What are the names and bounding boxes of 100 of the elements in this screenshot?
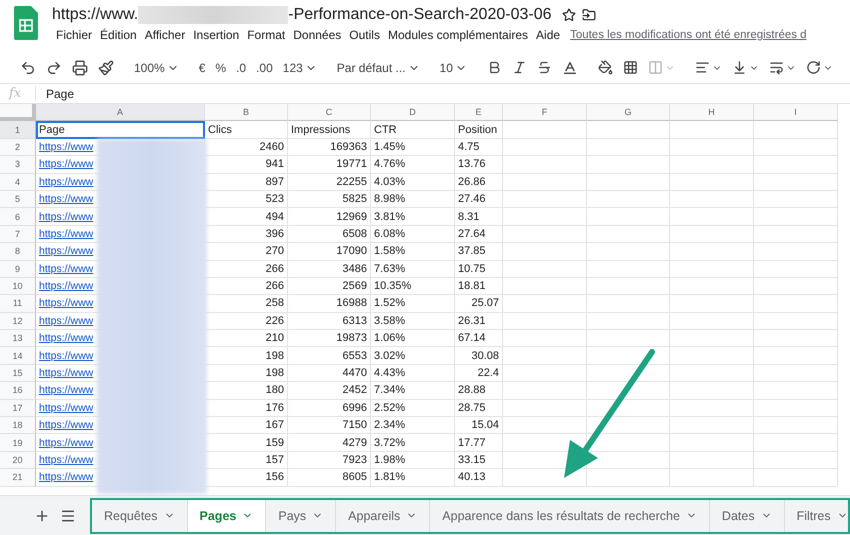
url-link[interactable]: https://www	[39, 419, 94, 432]
row-number[interactable]: 20	[0, 452, 36, 470]
row-number[interactable]: 9	[0, 260, 36, 278]
table-cell: 7150	[288, 417, 371, 434]
row-number[interactable]: 3	[0, 156, 36, 174]
url-link[interactable]: https://www	[39, 314, 94, 327]
table-cell: 7923	[288, 452, 371, 470]
menu-item[interactable]: Données	[289, 28, 346, 42]
table-cell: 6996	[288, 400, 371, 418]
table-cell: 17090	[288, 243, 371, 261]
table-cell: 1.98%	[371, 452, 455, 470]
table-cell: Clics	[205, 121, 288, 139]
url-link[interactable]: https://www	[39, 280, 94, 292]
document-title[interactable]: https://www.	[52, 6, 138, 24]
increase-decimals-button[interactable]: .00	[252, 56, 277, 80]
column-header[interactable]: D	[371, 104, 455, 122]
column-header[interactable]: B	[205, 104, 288, 122]
table-cell: 2452	[288, 382, 371, 400]
menu-item[interactable]: Modules complémentaires	[384, 28, 532, 42]
row-number[interactable]: 19	[0, 434, 36, 452]
table-cell: 3486	[288, 260, 371, 278]
document-title[interactable]: -Performance-on-Search-2020-03-06	[288, 6, 552, 24]
all-sheets-icon[interactable]	[60, 508, 76, 524]
row-number[interactable]: 21	[0, 469, 36, 487]
url-link[interactable]: https://www	[39, 384, 94, 396]
zoom-dropdown[interactable]: 100%	[130, 56, 183, 80]
url-link[interactable]: https://www	[39, 193, 94, 206]
column-header[interactable]: F	[503, 104, 587, 122]
row-number[interactable]: 12	[0, 312, 36, 330]
url-link[interactable]: https://www	[39, 297, 94, 310]
table-cell: 26.86	[455, 174, 503, 191]
save-status-link[interactable]: Toutes les modifications ont été enregistrées d	[570, 29, 807, 41]
star-icon[interactable]	[562, 8, 576, 22]
column-header[interactable]: C	[288, 104, 371, 122]
add-sheet-icon[interactable]	[34, 508, 50, 524]
table-cell: 4.75	[455, 138, 503, 156]
url-link[interactable]: https://www	[39, 367, 94, 380]
url-link[interactable]: https://www	[39, 262, 94, 275]
url-link[interactable]: https://www	[39, 245, 94, 258]
row-number[interactable]: 7	[0, 226, 36, 244]
url-link[interactable]: https://www	[39, 471, 94, 484]
url-link[interactable]: https://www	[39, 140, 94, 153]
row-number[interactable]: 11	[0, 295, 36, 313]
menu-item[interactable]: Insertion	[189, 28, 244, 42]
table-cell: 6313	[288, 312, 371, 330]
table-cell: 6.08%	[371, 226, 455, 244]
percent-button[interactable]: %	[211, 56, 230, 80]
row-number[interactable]: 13	[0, 330, 36, 348]
menu-item[interactable]: Afficher	[140, 28, 190, 42]
table-cell: 3.02%	[371, 347, 455, 365]
row-number[interactable]: 16	[0, 382, 36, 400]
url-link[interactable]: https://www	[39, 436, 94, 449]
currency-button[interactable]: €	[194, 56, 210, 80]
url-link[interactable]: https://www	[39, 454, 94, 466]
row-number[interactable]: 6	[0, 208, 36, 226]
table-cell: 22255	[288, 174, 371, 191]
table-cell: 15.04	[455, 417, 503, 434]
url-link[interactable]: https://www	[39, 158, 94, 170]
row-number[interactable]: 14	[0, 347, 36, 365]
row-number[interactable]: 15	[0, 364, 36, 382]
row-number[interactable]: 8	[0, 243, 36, 261]
row-number[interactable]: 2	[0, 138, 36, 156]
number-format-dropdown[interactable]: 123	[278, 56, 321, 80]
formula-input[interactable]: Page	[36, 86, 74, 100]
spreadsheet-logo-icon[interactable]	[14, 6, 38, 40]
table-cell: 3.81%	[371, 208, 455, 226]
table-cell: 8.31	[455, 208, 503, 226]
menu-item[interactable]: Outils	[345, 28, 384, 42]
column-header[interactable]: I	[754, 104, 838, 122]
row-number[interactable]: 1	[0, 121, 36, 139]
table-cell: 17.77	[455, 434, 503, 452]
menu-item[interactable]: Édition	[96, 28, 141, 42]
menu-item[interactable]: Aide	[532, 28, 564, 42]
decrease-decimals-button[interactable]: .0	[232, 56, 250, 80]
url-link[interactable]: https://www	[39, 332, 94, 344]
column-header[interactable]: E	[455, 104, 503, 122]
column-header[interactable]: G	[587, 104, 670, 122]
table-cell: 4.03%	[371, 174, 455, 191]
column-header[interactable]: H	[670, 104, 754, 122]
menu-item[interactable]: Format	[243, 28, 290, 42]
url-link[interactable]: https://www	[39, 350, 94, 362]
column-header[interactable]: A	[36, 104, 205, 122]
row-number[interactable]: 5	[0, 190, 36, 208]
row-number[interactable]: 4	[0, 174, 36, 191]
sheet-tab[interactable]: Pages	[188, 500, 266, 532]
menu-item[interactable]: Fichier	[52, 28, 96, 42]
url-link[interactable]: https://www	[39, 402, 94, 414]
table-cell: 3.58%	[371, 312, 455, 330]
table-cell: 1.45%	[371, 138, 455, 156]
url-link[interactable]: https://www	[39, 210, 94, 223]
row-number[interactable]: 17	[0, 400, 36, 418]
row-number[interactable]: 18	[0, 417, 36, 434]
move-folder-icon[interactable]	[582, 8, 596, 22]
table-cell: 25.07	[455, 295, 503, 313]
font-size-dropdown[interactable]: 10	[436, 56, 471, 80]
table-cell: 33.15	[455, 452, 503, 470]
font-dropdown[interactable]: Par défaut ...	[332, 56, 424, 80]
url-link[interactable]: https://www	[39, 176, 94, 188]
row-number[interactable]: 10	[0, 278, 36, 296]
url-link[interactable]: https://www	[39, 228, 94, 240]
